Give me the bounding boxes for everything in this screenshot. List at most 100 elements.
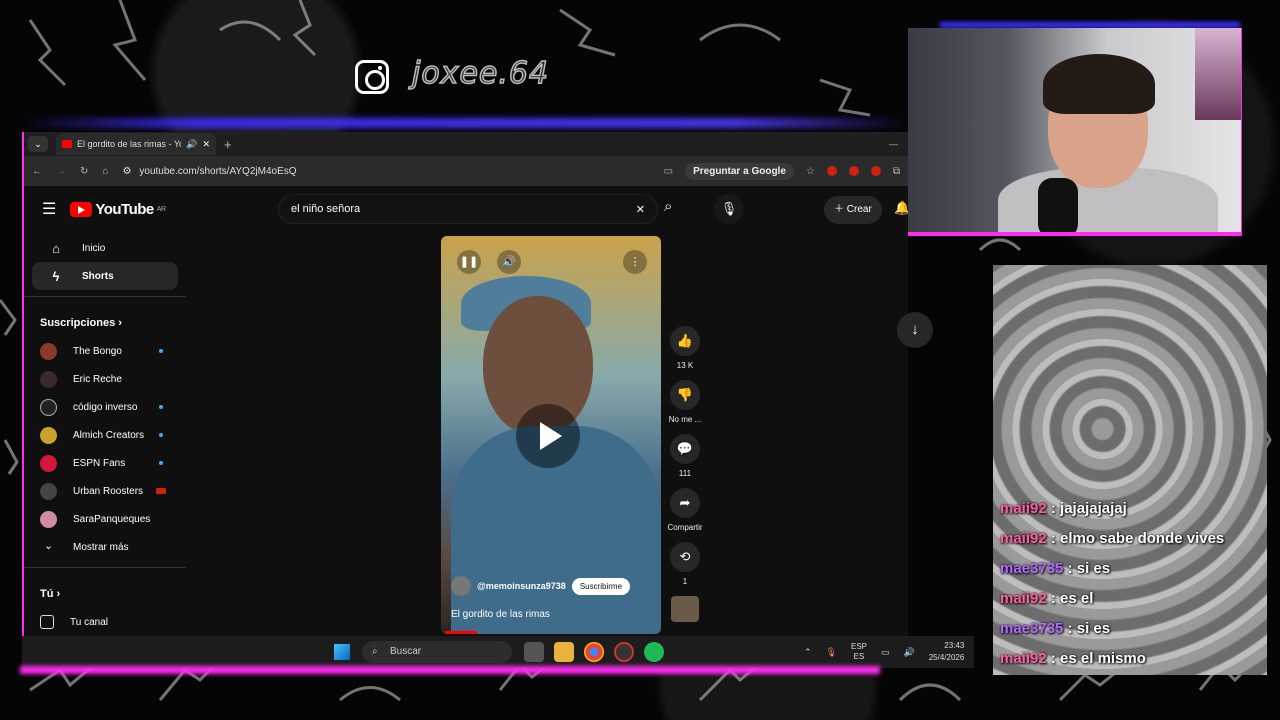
notifications-bell-icon[interactable]: 🔔 xyxy=(894,200,908,216)
windows-start-icon[interactable] xyxy=(334,644,350,660)
subscribe-button[interactable]: Suscribirme xyxy=(571,577,631,595)
site-info-icon[interactable]: ⚙ xyxy=(122,166,131,177)
remix-icon[interactable]: ⟲ xyxy=(670,542,700,572)
spotify-icon[interactable] xyxy=(644,642,664,662)
search-input[interactable]: el niño señora ✕ xyxy=(278,194,658,224)
youtube-page: ☰ YouTube AR el niño señora ✕ ⌕ 🎙 ＋ Crea… xyxy=(24,186,908,668)
play-icon[interactable] xyxy=(516,404,580,468)
clear-search-icon[interactable]: ✕ xyxy=(636,203,645,216)
progress-bar[interactable] xyxy=(445,631,477,634)
subscription-item[interactable]: The Bongo xyxy=(24,337,186,365)
extension-icon[interactable] xyxy=(870,166,881,176)
file-explorer-icon[interactable] xyxy=(554,642,574,662)
new-tab-button[interactable]: + xyxy=(224,137,232,152)
chat-user: maii92 xyxy=(1000,500,1047,517)
like-icon[interactable]: 👍 xyxy=(670,326,700,356)
subscription-item[interactable]: Urban Roosters xyxy=(24,477,186,505)
taskbar-search[interactable]: ⌕ Buscar xyxy=(362,641,512,663)
subscription-item[interactable]: SaraPanqueques xyxy=(24,505,186,533)
short-video-player[interactable]: ❚❚ 🔊 ⋮ @memoinsunza9738 Suscribirme El g… xyxy=(441,236,661,634)
chat-text: elmo sabe donde vives xyxy=(1060,530,1225,547)
webcam-feed xyxy=(908,28,1242,236)
search-icon[interactable]: ⌕ xyxy=(664,198,672,215)
pause-icon[interactable]: ❚❚ xyxy=(457,250,481,274)
like-count: 13 K xyxy=(676,361,694,370)
language-bottom: ES xyxy=(853,652,865,661)
subscriptions-heading[interactable]: Suscripciones › xyxy=(24,303,186,337)
show-more-button[interactable]: ⌄ Mostrar más xyxy=(24,533,186,561)
channel-handle[interactable]: @memoinsunza9738 xyxy=(477,581,566,591)
browser-tab[interactable]: El gordito de las rimas - YouTube 🔊 ✕ xyxy=(56,133,216,155)
microphone-tray-icon[interactable]: 🎙 xyxy=(826,647,837,658)
bookmark-star-icon[interactable]: ☆ xyxy=(806,166,815,177)
short-title[interactable]: El gordito de las rimas xyxy=(451,609,550,620)
extensions-puzzle-icon[interactable]: ⧉ xyxy=(893,166,900,177)
comment-count: 111 xyxy=(678,469,692,478)
clock[interactable]: 23:43 25/4/2026 xyxy=(929,640,965,664)
subscription-name: SaraPanqueques xyxy=(73,513,151,525)
user-icon xyxy=(40,615,54,629)
ask-google-button[interactable]: Preguntar a Google xyxy=(685,162,794,180)
app-icon[interactable] xyxy=(614,642,634,662)
subscription-name: Eric Reche xyxy=(73,373,122,385)
network-icon[interactable]: ▭ xyxy=(881,647,890,658)
dislike-icon[interactable]: 👎 xyxy=(670,380,700,410)
channel-avatar[interactable] xyxy=(451,576,471,596)
more-options-icon[interactable]: ⋮ xyxy=(623,250,647,274)
your-channel-label: Tu canal xyxy=(70,616,108,628)
avatar xyxy=(40,426,57,444)
volume-icon[interactable]: 🔊 xyxy=(497,250,521,274)
chat-message: maii92 : jajajajajaj xyxy=(1000,500,1127,517)
ask-google-label: Preguntar a Google xyxy=(693,165,786,177)
forward-icon[interactable]: → xyxy=(56,166,66,177)
new-content-dot xyxy=(159,349,163,353)
install-app-icon[interactable]: ▭ xyxy=(664,166,673,177)
task-view-icon[interactable] xyxy=(524,642,544,662)
sidebar: ⌂ Inicio ϟ Shorts Suscripciones › The Bo… xyxy=(24,234,186,636)
you-title: Tú xyxy=(40,588,54,600)
extension-icon[interactable] xyxy=(826,166,837,176)
tray-chevron-icon[interactable]: ⌃ xyxy=(804,647,812,658)
comments-icon[interactable]: 💬 xyxy=(670,434,700,464)
youtube-logo[interactable]: YouTube AR xyxy=(70,201,166,218)
chrome-icon[interactable] xyxy=(584,642,604,662)
subscription-item[interactable]: Almich Creators xyxy=(24,421,186,449)
next-short-arrow-icon[interactable]: ↓ xyxy=(897,312,933,348)
share-label: Compartir xyxy=(667,523,703,532)
home-icon: ⌂ xyxy=(52,240,60,256)
stream-chat: maii92 : jajajajajaj maii92 : elmo sabe … xyxy=(1000,494,1280,674)
home-browser-icon[interactable]: ⌂ xyxy=(102,166,108,177)
create-button[interactable]: ＋ Crear xyxy=(824,196,882,224)
tab-bar: ⌄ El gordito de las rimas - YouTube 🔊 ✕ … xyxy=(24,132,908,156)
chat-message: mae3735 : si es xyxy=(1000,560,1111,577)
subscription-item[interactable]: Eric Reche xyxy=(24,365,186,393)
url-field[interactable]: ⚙ youtube.com/shorts/AYQ2jM4oEsQ xyxy=(122,166,582,177)
chat-user: mae3735 xyxy=(1000,560,1064,577)
chat-text: si es xyxy=(1076,560,1111,577)
you-heading[interactable]: Tú › xyxy=(24,574,186,608)
divider xyxy=(24,296,186,297)
reload-icon[interactable]: ↻ xyxy=(80,166,88,177)
sidebar-item-inicio[interactable]: ⌂ Inicio xyxy=(32,234,178,262)
your-channel-item[interactable]: Tu canal xyxy=(24,608,186,636)
volume-tray-icon[interactable]: 🔊 xyxy=(904,647,915,658)
back-icon[interactable]: ← xyxy=(32,166,42,177)
sound-thumbnail[interactable] xyxy=(671,596,699,622)
subscription-item[interactable]: ESPN Fans xyxy=(24,449,186,477)
subscription-item[interactable]: código inverso xyxy=(24,393,186,421)
sidebar-item-shorts[interactable]: ϟ Shorts xyxy=(32,262,178,290)
close-tab-icon[interactable]: ✕ xyxy=(202,139,210,150)
microphone-icon[interactable]: 🎙 xyxy=(714,194,744,224)
tab-search-button[interactable]: ⌄ xyxy=(28,136,48,152)
minimize-button[interactable]: — xyxy=(889,139,898,149)
remix-count: 1 xyxy=(682,577,688,586)
extension-icon[interactable] xyxy=(848,166,859,176)
masthead: ☰ YouTube AR el niño señora ✕ ⌕ 🎙 ＋ Crea… xyxy=(24,186,908,232)
windows-taskbar: ⌕ Buscar ⌃ 🎙 ESP ES ▭ 🔊 23:43 25/4/2026 xyxy=(22,636,974,668)
subscription-name: Almich Creators xyxy=(73,429,145,441)
clock-date: 25/4/2026 xyxy=(928,653,965,662)
share-icon[interactable]: ➦ xyxy=(670,488,700,518)
speaker-icon[interactable]: 🔊 xyxy=(186,139,197,150)
hamburger-menu-icon[interactable]: ☰ xyxy=(42,199,56,219)
language-indicator[interactable]: ESP ES xyxy=(851,642,867,662)
